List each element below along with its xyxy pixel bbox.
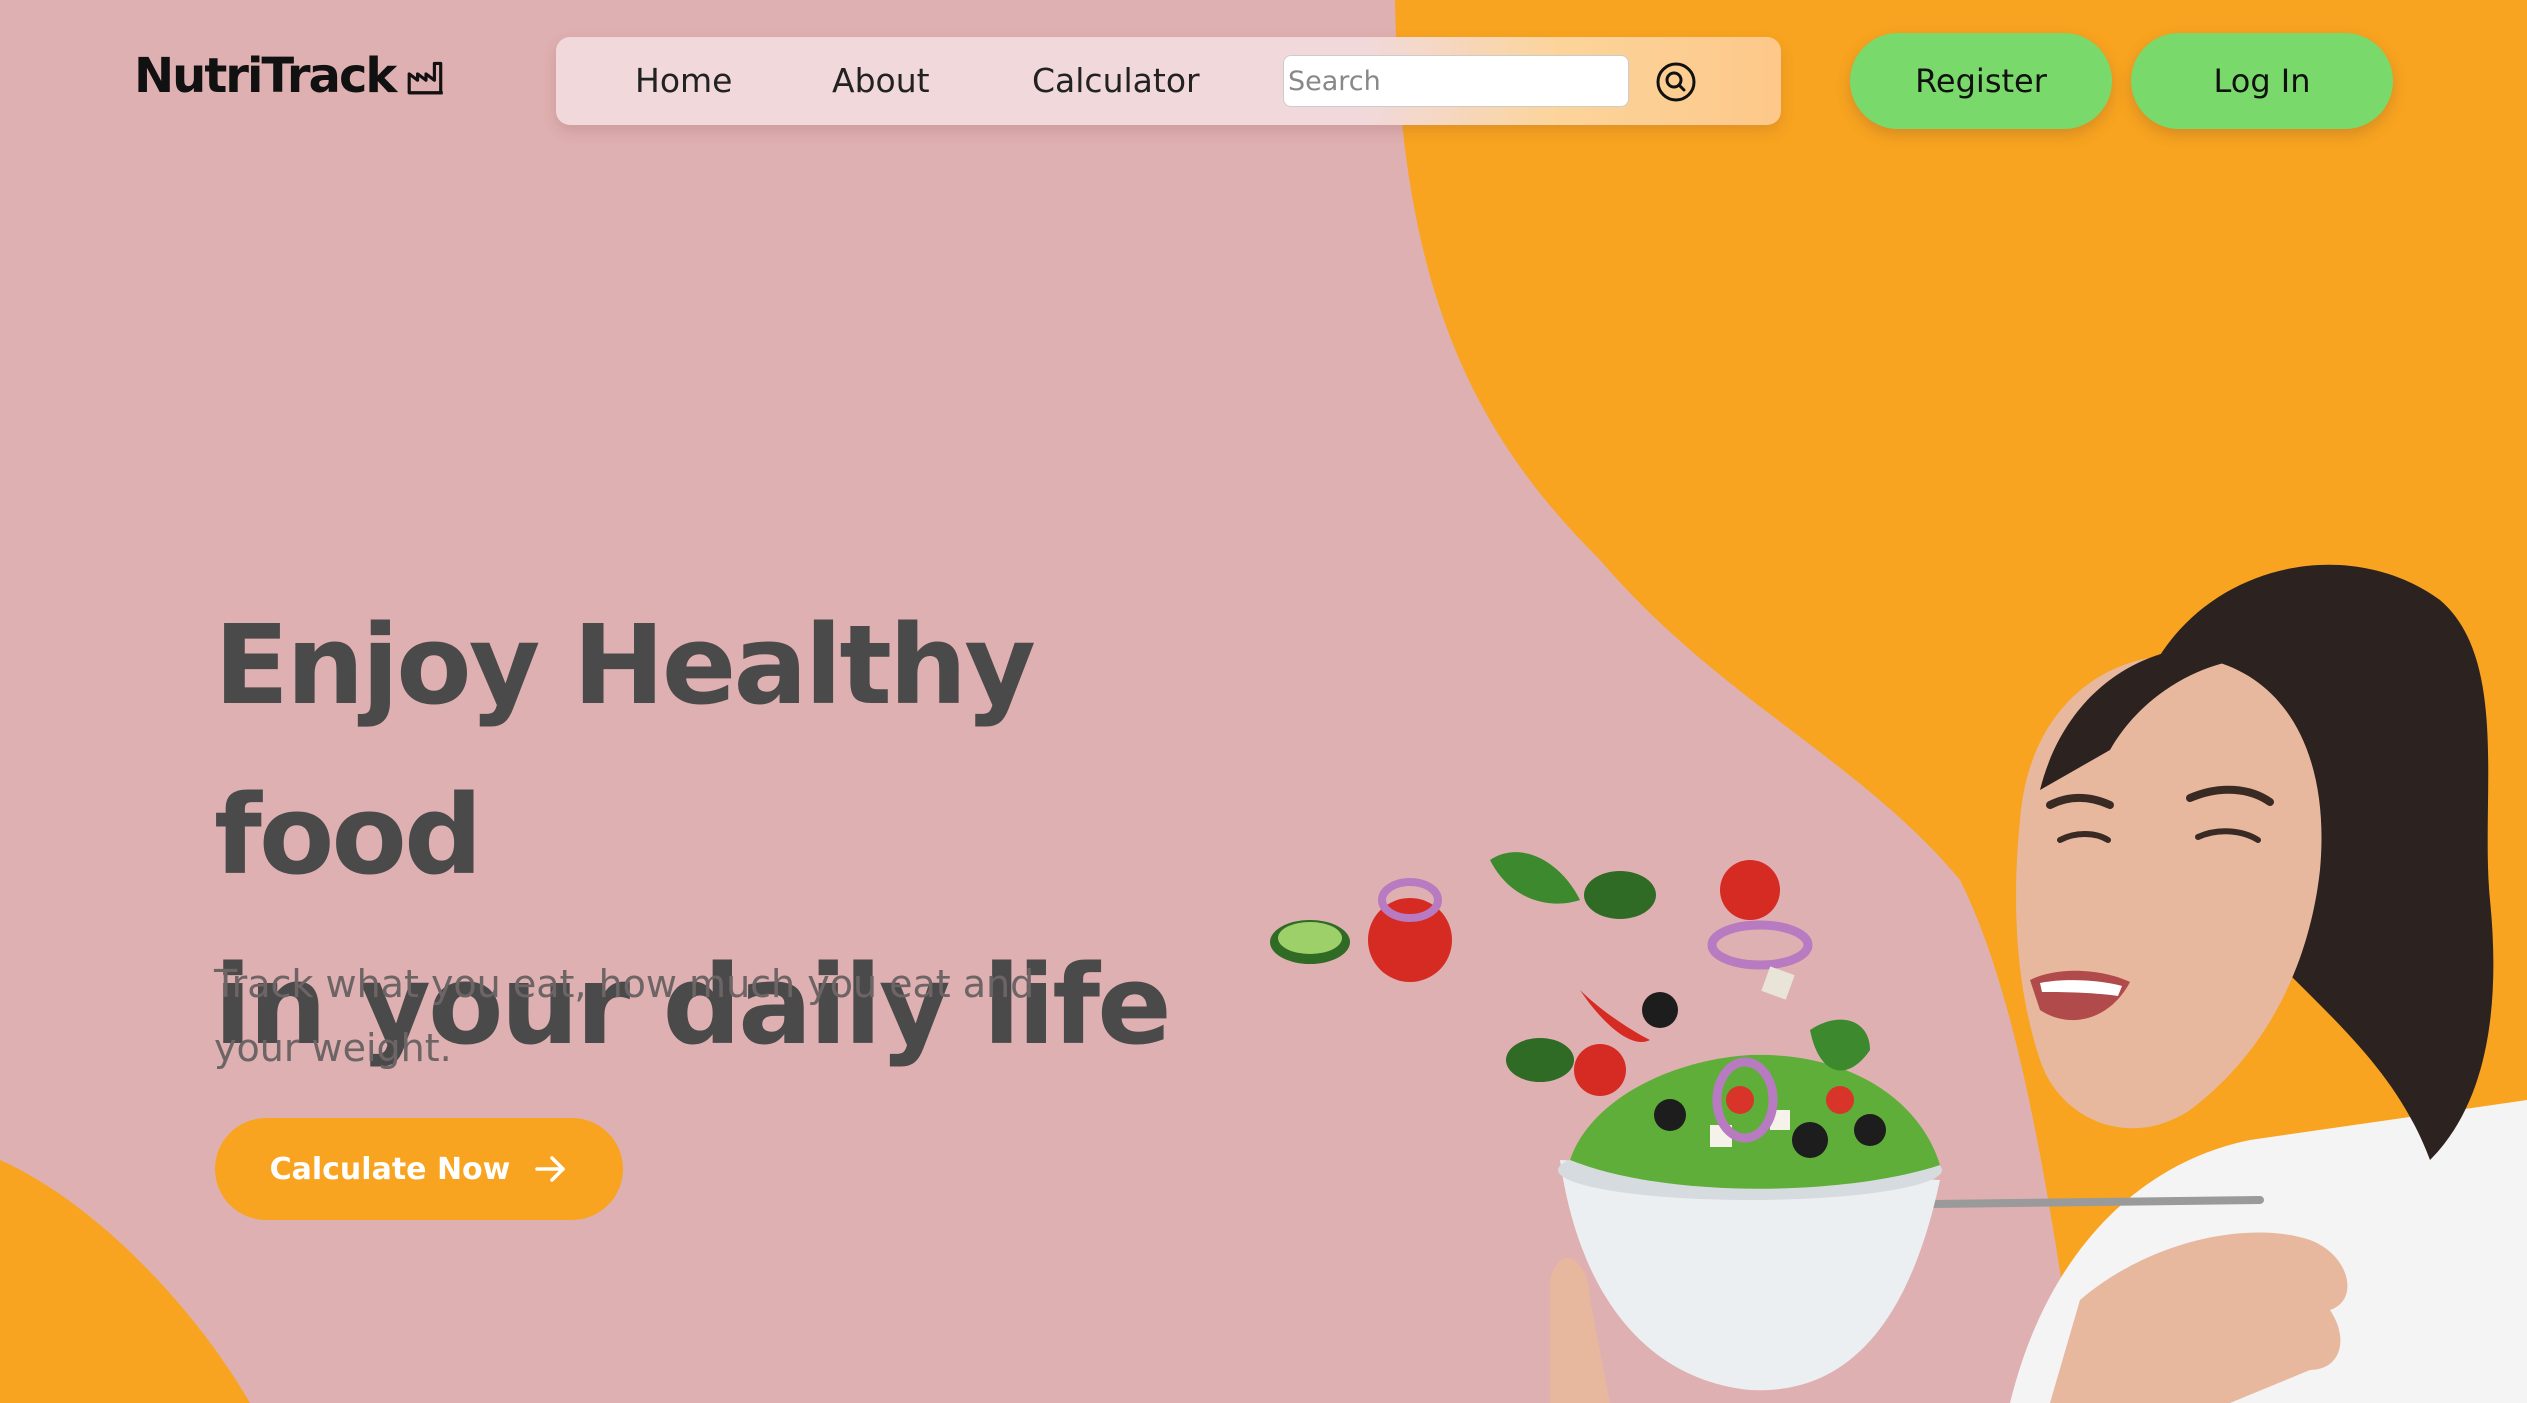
login-button[interactable]: Log In [2131, 33, 2393, 129]
nav-about[interactable]: About [832, 61, 930, 100]
search-icon[interactable] [1654, 60, 1698, 104]
factory-icon [407, 61, 444, 95]
woman-eating-salad-image [1270, 564, 2527, 1403]
search-input[interactable] [1283, 55, 1629, 107]
calculate-now-button[interactable]: Calculate Now [215, 1118, 623, 1220]
register-button[interactable]: Register [1850, 33, 2112, 129]
nav-calculator[interactable]: Calculator [1032, 61, 1200, 100]
nav-home[interactable]: Home [635, 61, 732, 100]
brand-logo[interactable]: NutriTrack [134, 48, 447, 104]
brand-name: NutriTrack [134, 48, 397, 104]
hero-title-line-1: Enjoy Healthy food [214, 601, 1036, 899]
hero-subtitle: Track what you eat, how much you eat and… [214, 962, 1035, 1070]
main-nav: Home About Calculator [556, 37, 1781, 125]
calculate-now-label: Calculate Now [269, 1151, 511, 1187]
arrow-right-icon [535, 1156, 566, 1182]
